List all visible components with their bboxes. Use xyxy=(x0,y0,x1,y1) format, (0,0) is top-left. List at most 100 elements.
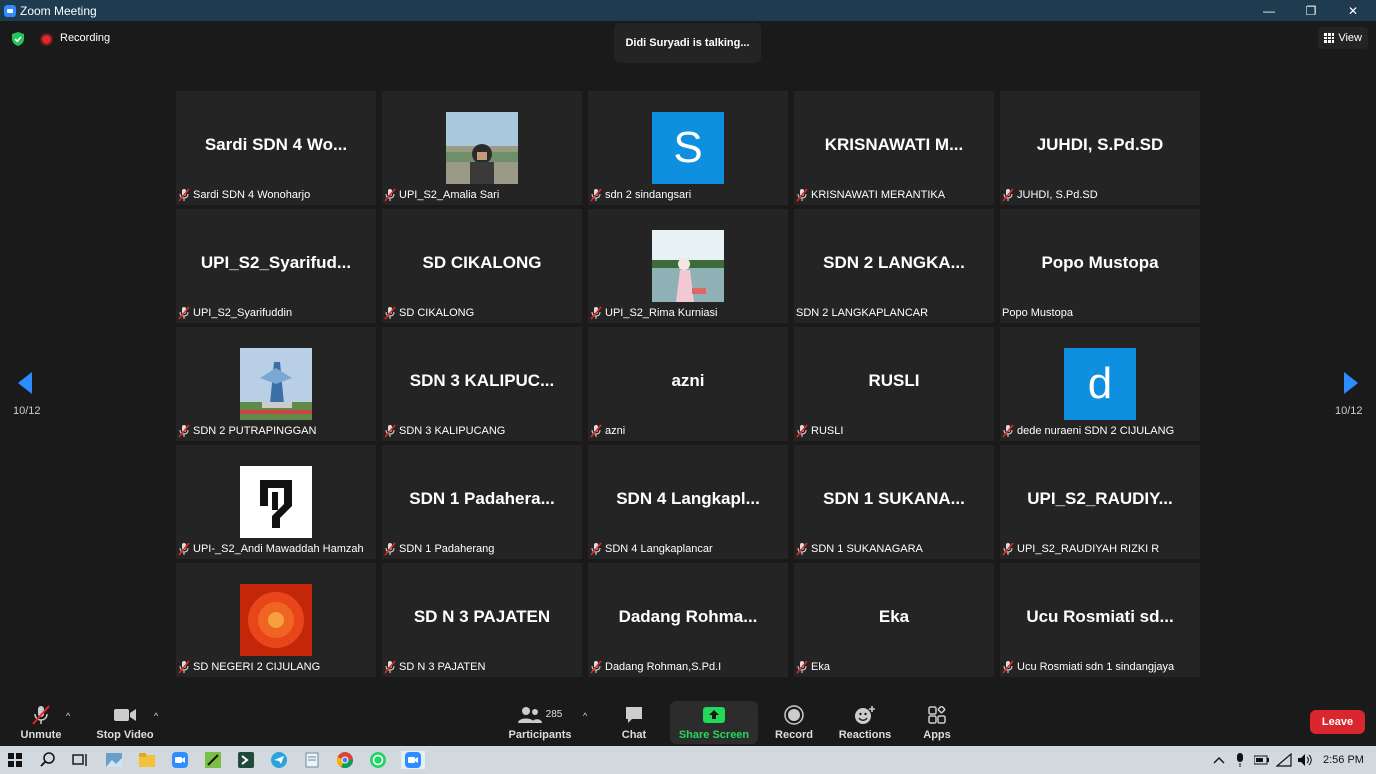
participants-button[interactable]: 285 Participants xyxy=(508,700,572,744)
muted-microphone-icon xyxy=(384,424,396,438)
participant-tile[interactable]: JUHDI, S.Pd.SD JUHDI, S.Pd.SD xyxy=(1000,91,1200,205)
share-screen-button[interactable]: Share Screen xyxy=(670,700,758,744)
participant-tile[interactable]: Popo Mustopa Popo Mustopa xyxy=(1000,209,1200,323)
apps-button[interactable]: Apps xyxy=(920,700,954,744)
volume-icon[interactable] xyxy=(1296,751,1314,769)
encryption-shield-icon[interactable] xyxy=(11,32,25,46)
windows-start-icon[interactable] xyxy=(6,751,24,769)
muted-microphone-icon xyxy=(178,542,190,556)
grid-view-icon xyxy=(1324,33,1335,43)
participant-display-name: SDN 1 SUKANA... xyxy=(823,489,965,508)
share-screen-arrow-icon xyxy=(703,706,725,723)
file-explorer-icon[interactable] xyxy=(138,751,156,769)
participant-tile[interactable]: azni azni xyxy=(588,327,788,441)
clock-time[interactable]: 2:56 PM xyxy=(1323,754,1364,766)
muted-microphone-icon xyxy=(1002,424,1014,438)
windows-taskbar: 2:56 PM xyxy=(0,746,1376,774)
muted-microphone-icon xyxy=(590,542,602,556)
tray-chevron-up-icon[interactable] xyxy=(1210,751,1228,769)
terminal-app-icon[interactable] xyxy=(237,751,255,769)
participant-name: UPI_S2_Amalia Sari xyxy=(399,189,500,201)
participant-tile[interactable]: SDN 1 Padahera... SDN 1 Padaherang xyxy=(382,445,582,559)
document-app-icon[interactable] xyxy=(303,751,321,769)
muted-microphone-icon xyxy=(178,188,190,202)
participant-tile[interactable]: SDN 2 PUTRAPINGGAN xyxy=(176,327,376,441)
participant-tile[interactable]: RUSLI RUSLI xyxy=(794,327,994,441)
participant-tile[interactable]: UPI_S2_Rima Kurniasi xyxy=(588,209,788,323)
participant-name: SDN 2 PUTRAPINGGAN xyxy=(193,425,317,437)
participant-tile[interactable]: UPI_S2_RAUDIY... UPI_S2_RAUDIYAH RIZKI R xyxy=(1000,445,1200,559)
participant-name: KRISNAWATI MERANTIKA xyxy=(811,189,946,201)
record-button[interactable]: Record xyxy=(772,700,816,744)
notepad-plus-icon[interactable] xyxy=(204,751,222,769)
previous-page-arrow-icon[interactable] xyxy=(18,372,32,394)
participant-tile[interactable]: Ucu Rosmiati sd... Ucu Rosmiati sdn 1 sin… xyxy=(1000,563,1200,677)
chrome-icon[interactable] xyxy=(336,751,354,769)
view-label: View xyxy=(1338,32,1362,44)
participant-name: UPI_S2_Syarifuddin xyxy=(193,307,293,319)
minimize-button[interactable]: — xyxy=(1248,0,1290,21)
avatar: d xyxy=(1064,348,1136,420)
tray-microphone-icon[interactable] xyxy=(1231,751,1249,769)
participant-name-label: SDN 1 Padaherang xyxy=(384,540,498,558)
participant-name: Dadang Rohman,S.Pd.I xyxy=(605,661,722,673)
participant-name-label: UPI-_S2_Andi Mawaddah Hamzah xyxy=(178,540,368,558)
participant-name-label: azni xyxy=(590,422,629,440)
participant-tile[interactable]: Ssdn 2 sindangsari xyxy=(588,91,788,205)
record-label: Record xyxy=(775,729,813,741)
avatar xyxy=(652,230,724,302)
participants-icon xyxy=(517,706,542,723)
participant-name: UPI-_S2_Andi Mawaddah Hamzah xyxy=(193,543,364,555)
muted-microphone-icon xyxy=(178,424,190,438)
wifi-icon[interactable] xyxy=(1275,751,1293,769)
participant-name-label: KRISNAWATI MERANTIKA xyxy=(796,186,949,204)
participant-tile[interactable]: SD CIKALONG SD CIKALONG xyxy=(382,209,582,323)
participants-options-caret-icon[interactable]: ^ xyxy=(583,711,587,721)
unmute-button[interactable]: Unmute xyxy=(16,700,66,744)
participant-tile[interactable]: SDN 4 Langkapl... SDN 4 Langkaplancar xyxy=(588,445,788,559)
view-button[interactable]: View xyxy=(1318,27,1368,49)
close-button[interactable]: ✕ xyxy=(1332,0,1374,21)
stop-video-button[interactable]: Stop Video xyxy=(96,700,154,744)
participant-name: UPI_S2_Rima Kurniasi xyxy=(605,307,718,319)
restore-button[interactable]: ❐ xyxy=(1290,0,1332,21)
telegram-icon[interactable] xyxy=(270,751,288,769)
participant-name-label: SD N 3 PAJATEN xyxy=(384,658,489,676)
search-icon[interactable] xyxy=(39,751,57,769)
zoom-meeting-active-icon[interactable] xyxy=(401,751,425,769)
leave-button[interactable]: Leave xyxy=(1310,710,1365,734)
participant-tile[interactable]: SDN 3 KALIPUC... SDN 3 KALIPUCANG xyxy=(382,327,582,441)
participant-name: sdn 2 sindangsari xyxy=(605,189,692,201)
participant-tile[interactable]: Eka Eka xyxy=(794,563,994,677)
participant-gallery: Sardi SDN 4 Wo... Sardi SDN 4 Wonoharjo UP… xyxy=(176,91,1200,677)
participant-tile[interactable]: SD NEGERI 2 CIJULANG xyxy=(176,563,376,677)
recording-label[interactable]: Recording xyxy=(60,32,110,44)
share-screen-label: Share Screen xyxy=(678,729,750,741)
participant-tile[interactable]: KRISNAWATI M... KRISNAWATI MERANTIKA xyxy=(794,91,994,205)
participant-tile[interactable]: UPI_S2_Syarifud... UPI_S2_Syarifuddin xyxy=(176,209,376,323)
reactions-button[interactable]: Reactions xyxy=(838,700,892,744)
participant-name: Popo Mustopa xyxy=(1002,307,1073,319)
participant-name-label: UPI_S2_RAUDIYAH RIZKI R xyxy=(1002,540,1163,558)
battery-icon[interactable] xyxy=(1253,751,1271,769)
chat-button[interactable]: Chat xyxy=(614,700,654,744)
participant-tile[interactable]: SDN 1 SUKANA... SDN 1 SUKANAGARA xyxy=(794,445,994,559)
participant-tile[interactable]: Dadang Rohma... Dadang Rohman,S.Pd.I xyxy=(588,563,788,677)
video-options-caret-icon[interactable]: ^ xyxy=(154,711,158,721)
task-view-icon[interactable] xyxy=(71,751,89,769)
photos-app-icon[interactable] xyxy=(105,751,123,769)
zoom-taskbar-icon[interactable] xyxy=(171,751,189,769)
participant-tile[interactable]: SD N 3 PAJATEN SD N 3 PAJATEN xyxy=(382,563,582,677)
audio-options-caret-icon[interactable]: ^ xyxy=(66,711,70,721)
participant-tile[interactable]: UPI-_S2_Andi Mawaddah Hamzah xyxy=(176,445,376,559)
participant-name: SDN 2 LANGKAPLANCAR xyxy=(796,307,929,319)
participant-tile[interactable]: SDN 2 LANGKA... SDN 2 LANGKAPLANCAR xyxy=(794,209,994,323)
whatsapp-icon[interactable] xyxy=(369,751,387,769)
reactions-label: Reactions xyxy=(838,729,892,741)
participant-tile[interactable]: Sardi SDN 4 Wo... Sardi SDN 4 Wonoharjo xyxy=(176,91,376,205)
next-page-arrow-icon[interactable] xyxy=(1344,372,1358,394)
participant-tile[interactable]: d dede nuraeni SDN 2 CIJULANG xyxy=(1000,327,1200,441)
meeting-area: Recording Didi Suryadi is talking... Vie… xyxy=(0,21,1376,697)
participant-name: UPI_S2_RAUDIYAH RIZKI R xyxy=(1017,543,1160,555)
participant-tile[interactable]: UPI_S2_Amalia Sari xyxy=(382,91,582,205)
